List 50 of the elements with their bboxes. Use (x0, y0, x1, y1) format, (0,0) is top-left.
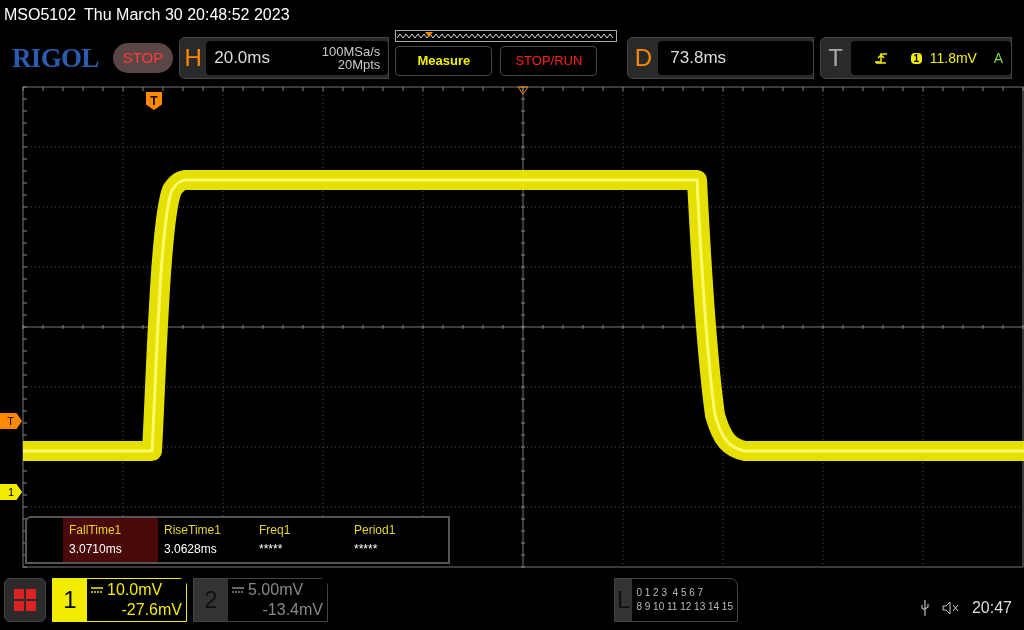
measurement-item[interactable]: RiseTime1 3.0628ms (158, 518, 253, 562)
dc-coupling-icon (232, 587, 244, 593)
channel-scale: 5.00mV (248, 582, 304, 598)
memory-depth: 20Mpts (337, 58, 381, 71)
measurement-item[interactable]: Period1 ***** (348, 518, 443, 562)
trigger-level: 11.8mV (929, 48, 977, 68)
trigger-center-marker (517, 86, 529, 95)
delay-panel[interactable]: D 73.8ms (627, 37, 814, 79)
channel-number: 1 (53, 579, 87, 621)
trigger-position-marker[interactable]: T (146, 92, 162, 110)
measurement-value: ***** (354, 542, 379, 557)
measurement-item[interactable]: Freq1 ***** (253, 518, 348, 562)
sample-rate: 100MSa/s (321, 45, 381, 58)
channel-offset: -13.4mV (261, 602, 323, 618)
delay-label: D (633, 43, 654, 73)
measurement-name: Period1 (354, 523, 397, 538)
trigger-panel[interactable]: T 1 11.8mV A (819, 37, 1012, 79)
timebase-value: 20.0ms (214, 47, 270, 70)
mute-icon (941, 601, 960, 615)
menu-button[interactable] (4, 578, 46, 622)
horizontal-panel[interactable]: H 20.0ms 100MSa/s 20Mpts (179, 37, 390, 79)
dc-coupling-icon (91, 587, 103, 593)
measurement-value: ***** (259, 542, 284, 557)
delay-value: 73.8ms (670, 47, 727, 70)
channel-offset: -27.6mV (120, 602, 182, 618)
clock-time: 20:47 (971, 598, 1012, 618)
trigger-source-badge: 1 (910, 52, 922, 64)
menu-grid-icon (14, 589, 36, 611)
trigger-label: T (827, 43, 845, 73)
measurement-name: FallTime1 (69, 523, 123, 538)
model-name: MSO5102 (4, 5, 77, 25)
channel-offset-marker[interactable]: 1 (0, 484, 22, 500)
measurement-name: Freq1 (259, 523, 292, 538)
trigger-level-marker[interactable]: T (0, 413, 22, 429)
horizontal-label: H (183, 43, 203, 73)
logic-channel-numbers: 8 9 10 11 12 13 14 15 (636, 602, 733, 612)
channel-panel[interactable]: 1 10.0mV -27.6mV (52, 578, 187, 622)
stop-run-button[interactable]: STOP/RUN (500, 46, 598, 76)
usb-icon (919, 600, 930, 616)
brand-logo: RIGOL (12, 41, 99, 75)
measurement-value: 3.0710ms (69, 542, 123, 557)
rising-edge-icon (874, 52, 887, 64)
measurement-value: 3.0628ms (164, 542, 218, 557)
logic-channel-numbers: 0 1 2 3 4 5 6 7 (636, 588, 705, 598)
measurement-name: RiseTime1 (164, 523, 222, 538)
channel-scale: 10.0mV (107, 582, 163, 598)
trigger-mode: A (993, 48, 1003, 68)
measure-button[interactable]: Measure (395, 46, 493, 76)
measurement-item[interactable]: FallTime1 3.0710ms (63, 518, 158, 562)
date-time: Thu March 30 20:48:52 2023 (84, 5, 290, 25)
